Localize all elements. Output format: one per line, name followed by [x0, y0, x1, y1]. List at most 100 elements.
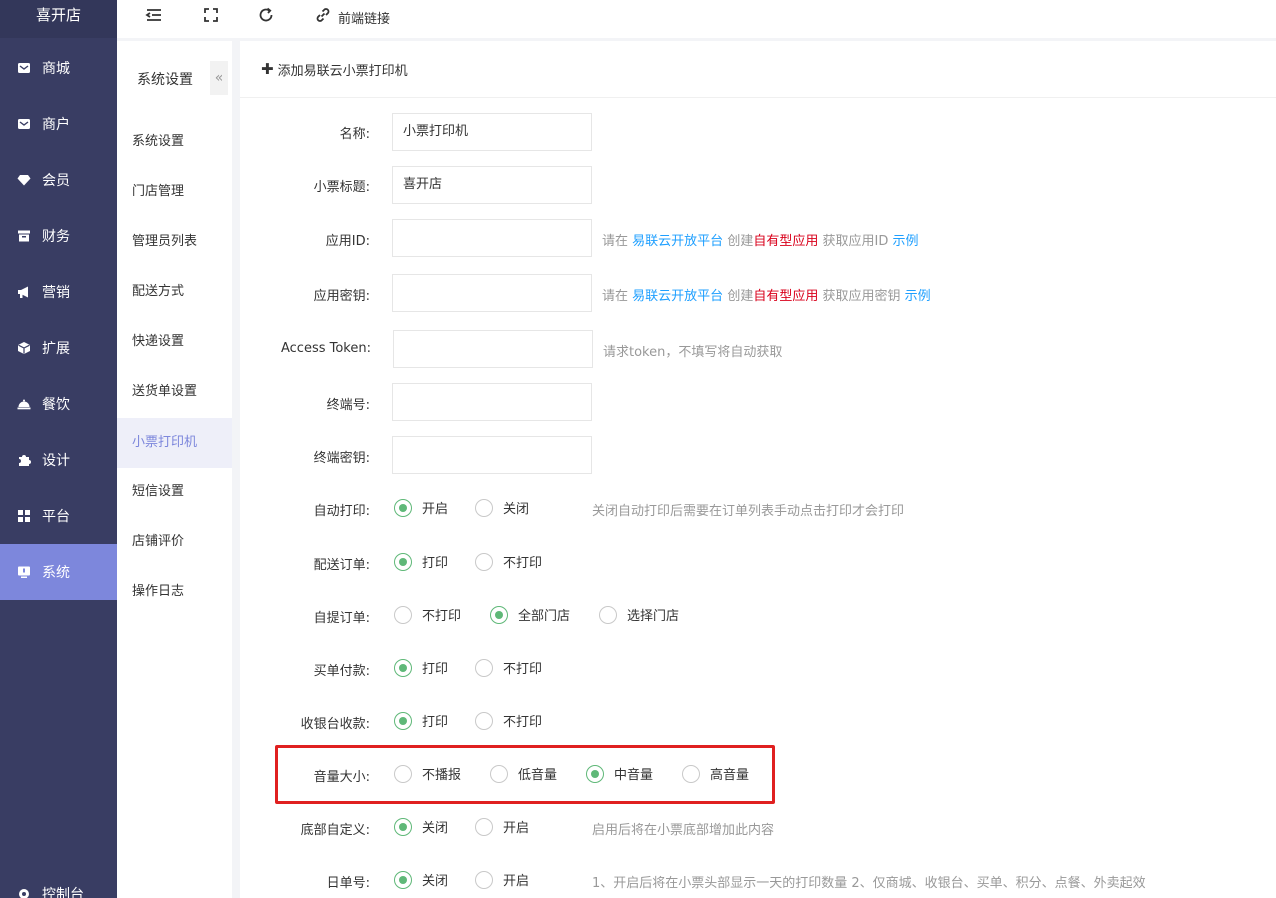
refresh-button[interactable] — [257, 0, 275, 34]
pickup-order-noprint-radio[interactable]: 不打印 — [394, 605, 461, 624]
sidebar-item-mall[interactable]: 商城 — [0, 40, 117, 96]
access-token-hint: 请求token，不填写将自动获取 — [603, 345, 783, 360]
bill-pay-noprint-radio[interactable]: 不打印 — [475, 658, 542, 677]
sidebar-item-label: 会员 — [42, 173, 70, 189]
radio-circle — [394, 817, 412, 836]
frontend-link-button[interactable]: 前端链接 — [314, 0, 390, 34]
subnav-item-delivery-methods[interactable]: 配送方式 — [117, 267, 232, 317]
terminal-no-input[interactable] — [392, 383, 592, 421]
sidebar-item-system[interactable]: 系统 — [0, 544, 117, 600]
name-input[interactable]: 小票打印机 — [392, 113, 592, 151]
delivery-order-print-radio[interactable]: 打印 — [394, 552, 448, 571]
pickup-order-all-stores-radio[interactable]: 全部门店 — [490, 605, 570, 624]
daily-no-on-radio[interactable]: 开启 — [475, 870, 529, 889]
auto-print-off-radio[interactable]: 关闭 — [475, 498, 529, 517]
sidebar-item-label: 平台 — [42, 509, 70, 525]
sidebar-item-label: 商户 — [42, 117, 70, 133]
sidebar-item-design[interactable]: 设计 — [0, 432, 117, 488]
sidebar-item-merchant[interactable]: 商户 — [0, 96, 117, 152]
terminal-no-label: 终端号: — [326, 398, 370, 413]
app-id-input[interactable] — [392, 219, 592, 257]
subnav-item-delivery-note[interactable]: 送货单设置 — [117, 367, 232, 417]
sidebar-item-member[interactable]: 会员 — [0, 152, 117, 208]
radio-circle — [475, 658, 493, 677]
radio-circle — [599, 605, 617, 624]
radio-circle — [475, 552, 493, 571]
plus-icon: ✚ — [261, 60, 274, 78]
sidebar-item-extension[interactable]: 扩展 — [0, 320, 117, 376]
terminal-secret-input[interactable] — [392, 436, 592, 474]
archive-icon — [17, 229, 31, 243]
cube-icon — [17, 341, 31, 355]
cashier-print-radio[interactable]: 打印 — [394, 711, 448, 730]
access-token-input[interactable] — [393, 330, 593, 368]
settings-subnav: 系统设置 « 系统设置 门店管理 管理员列表 配送方式 快递设置 送货单设置 小… — [117, 41, 232, 898]
open-platform-link[interactable]: 易联云开放平台 — [632, 289, 723, 304]
subnav-item-admin-list[interactable]: 管理员列表 — [117, 217, 232, 267]
toggle-sidebar-button[interactable] — [145, 0, 163, 34]
gear-icon — [17, 887, 31, 898]
name-label: 名称: — [339, 127, 370, 142]
sidebar-item-label: 控制台 — [42, 887, 84, 898]
subnav-item-store-reviews[interactable]: 店铺评价 — [117, 517, 232, 567]
refresh-icon — [257, 6, 275, 28]
radio-circle — [394, 552, 412, 571]
subnav-item-system-settings[interactable]: 系统设置 — [117, 117, 232, 167]
daily-no-hint: 1、开启后将在小票头部显示一天的打印数量 2、仅商城、收银台、买单、积分、点餐、… — [592, 876, 1146, 891]
sidebar-item-label: 系统 — [42, 565, 70, 581]
fullscreen-button[interactable] — [202, 0, 220, 34]
cloche-icon — [17, 397, 31, 411]
link-icon — [314, 6, 332, 28]
sidebar-item-platform[interactable]: 平台 — [0, 488, 117, 544]
sidebar-item-label: 扩展 — [42, 341, 70, 357]
ticket-title-input[interactable]: 喜开店 — [392, 166, 592, 204]
app-secret-input[interactable] — [392, 274, 592, 312]
mail-icon — [17, 61, 31, 75]
footer-custom-on-radio[interactable]: 开启 — [475, 817, 529, 836]
subnav-item-receipt-printer[interactable]: 小票打印机 — [117, 418, 232, 468]
card-title: 添加易联云小票打印机 — [277, 63, 408, 79]
mail-icon — [17, 117, 31, 131]
radio-circle — [475, 870, 493, 889]
example-link[interactable]: 示例 — [905, 289, 931, 304]
radio-circle — [475, 711, 493, 730]
sidebar-item-label: 餐饮 — [42, 397, 70, 413]
daily-no-off-radio[interactable]: 关闭 — [394, 870, 448, 889]
radio-circle — [394, 498, 412, 517]
bill-pay-print-radio[interactable]: 打印 — [394, 658, 448, 677]
app-id-hint: 请在 易联云开放平台 创建自有型应用 获取应用ID 示例 — [602, 234, 919, 249]
radio-circle — [394, 870, 412, 889]
sidebar-item-console[interactable]: 控制台 — [0, 866, 117, 898]
volume-highlight-box — [275, 745, 775, 804]
brand-logo[interactable]: 喜开店 — [0, 0, 117, 38]
sidebar-item-catering[interactable]: 餐饮 — [0, 376, 117, 432]
pickup-order-label: 自提订单: — [313, 611, 370, 626]
subnav-item-sms-settings[interactable]: 短信设置 — [117, 467, 232, 517]
delivery-order-label: 配送订单: — [313, 558, 370, 573]
app-root: 喜开店 商城 商户 会员 财务 营销 扩展 餐饮 设计 平台 系统 控制台 前端… — [0, 0, 1276, 898]
collapse-subnav-button[interactable]: « — [210, 61, 228, 95]
monitor-icon — [17, 565, 31, 579]
menu-indent-icon — [145, 6, 163, 28]
sidebar-item-finance[interactable]: 财务 — [0, 208, 117, 264]
puzzle-icon — [17, 453, 31, 467]
sidebar-item-label: 营销 — [42, 285, 70, 301]
auto-print-hint: 关闭自动打印后需要在订单列表手动点击打印才会打印 — [592, 504, 905, 519]
cashier-noprint-radio[interactable]: 不打印 — [475, 711, 542, 730]
sidebar-item-label: 商城 — [42, 61, 70, 77]
subnav-item-operation-log[interactable]: 操作日志 — [117, 567, 232, 617]
radio-circle — [394, 711, 412, 730]
subnav-title: 系统设置 — [137, 72, 193, 88]
delivery-order-noprint-radio[interactable]: 不打印 — [475, 552, 542, 571]
footer-custom-off-radio[interactable]: 关闭 — [394, 817, 448, 836]
auto-print-on-radio[interactable]: 开启 — [394, 498, 448, 517]
example-link[interactable]: 示例 — [892, 234, 918, 249]
subnav-item-express-settings[interactable]: 快递设置 — [117, 317, 232, 367]
open-platform-link[interactable]: 易联云开放平台 — [632, 234, 723, 249]
pickup-order-select-store-radio[interactable]: 选择门店 — [599, 605, 679, 624]
megaphone-icon — [17, 285, 31, 299]
sidebar-item-marketing[interactable]: 营销 — [0, 264, 117, 320]
radio-circle — [475, 498, 493, 517]
subnav-item-store-management[interactable]: 门店管理 — [117, 167, 232, 217]
app-secret-label: 应用密钥: — [313, 289, 370, 304]
